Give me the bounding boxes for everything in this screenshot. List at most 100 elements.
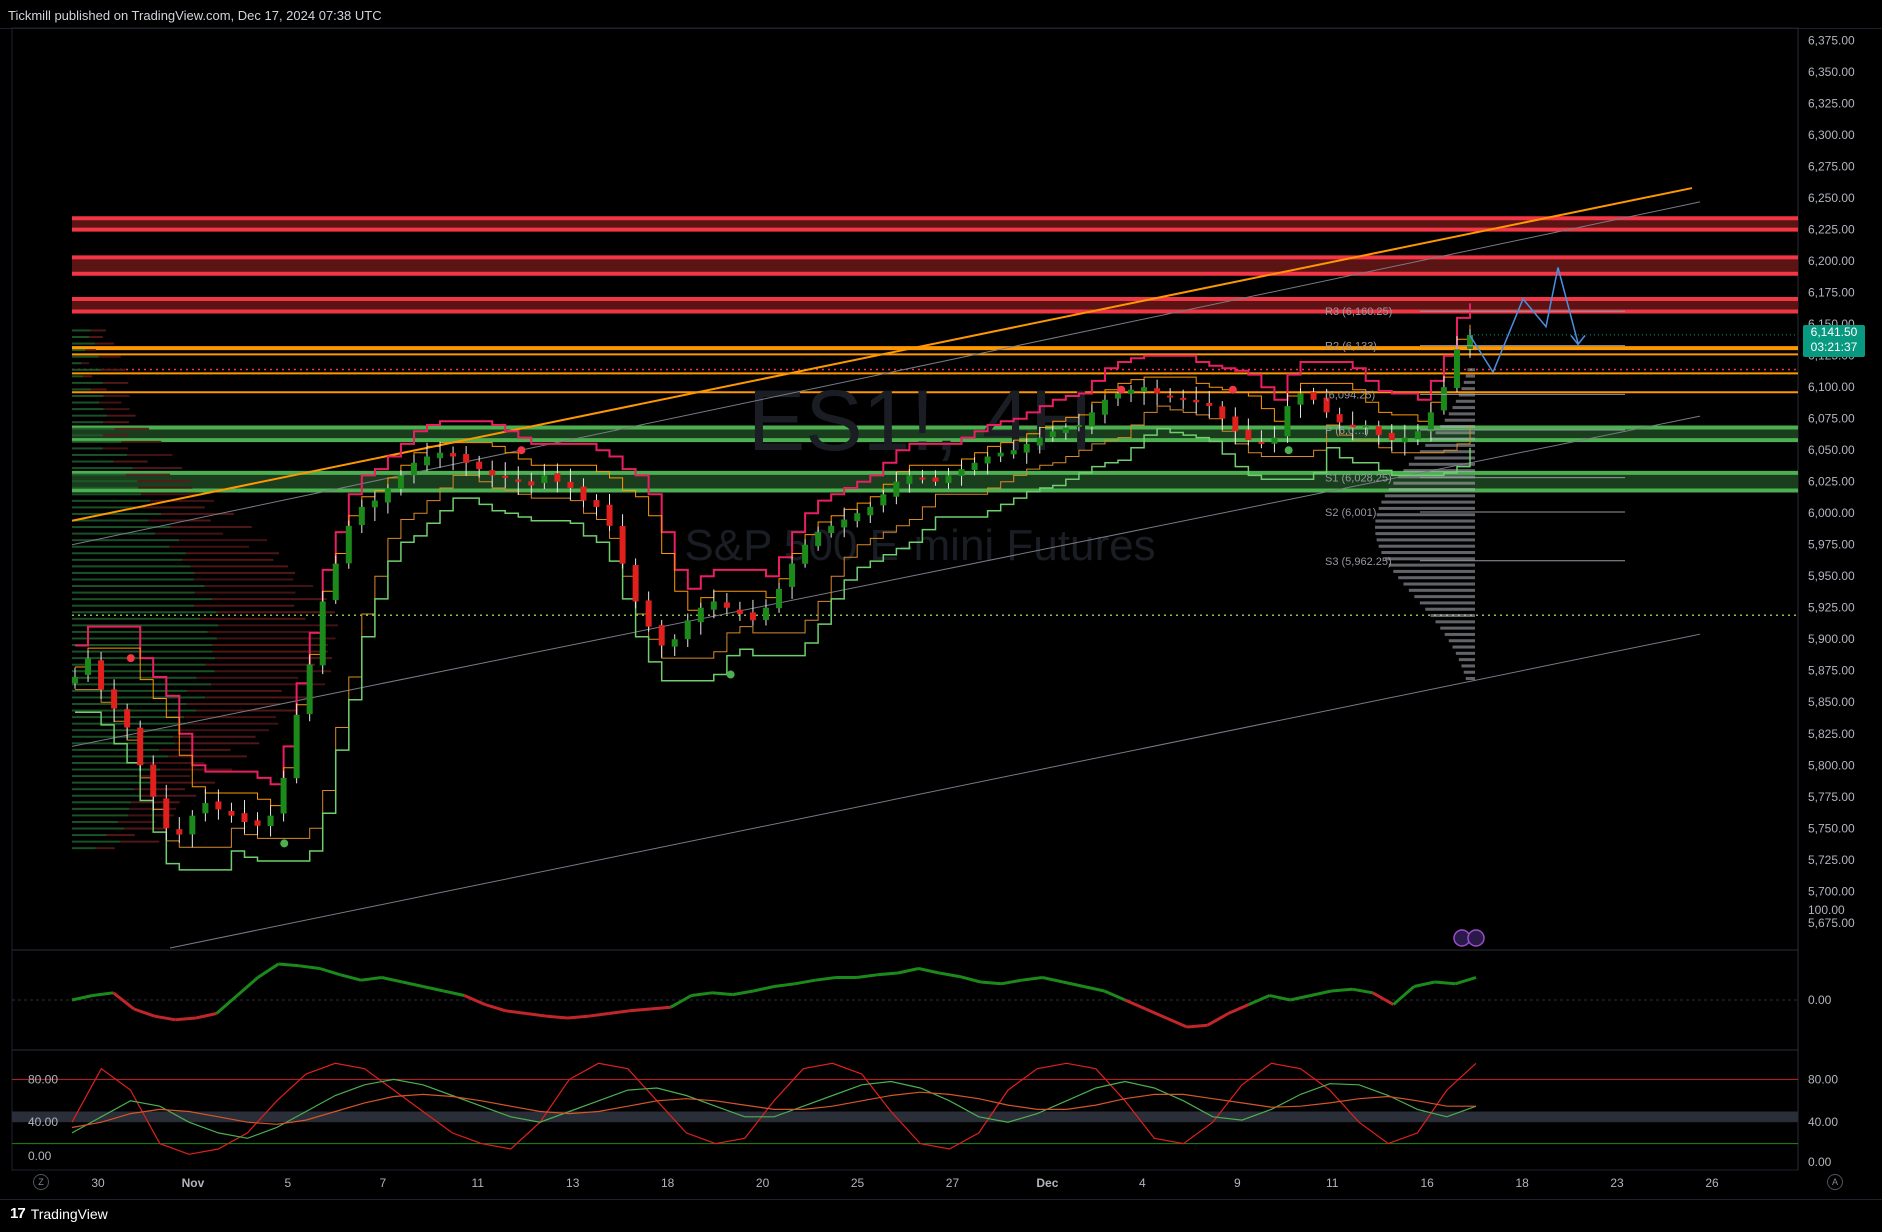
stochastic-tick: 80.00	[1808, 1072, 1838, 1086]
candle-up	[1453, 349, 1460, 388]
volume-bar-up	[72, 611, 217, 614]
volume-bar-up	[72, 368, 102, 371]
volume-bar-down	[132, 467, 183, 470]
volume-bar-up	[72, 604, 195, 607]
stochastic-tick-left: 40.00	[28, 1115, 58, 1129]
session-volume-bar	[1455, 399, 1475, 403]
momentum-tick: 100.00	[1808, 903, 1845, 917]
stochastic-line	[71, 1091, 1476, 1129]
volume-bar-up	[72, 375, 84, 378]
footer-bar	[0, 1199, 1882, 1232]
tradingview-logo[interactable]: 17 TradingView	[10, 1205, 108, 1222]
volume-bar-up	[72, 552, 186, 555]
session-volume-bar	[1465, 677, 1475, 681]
momentum-segment	[175, 1016, 197, 1022]
price-tick: 6,000.00	[1808, 506, 1855, 520]
volume-bar-down	[95, 847, 115, 850]
volume-bar-up	[72, 703, 187, 706]
time-tick: 4	[1139, 1176, 1146, 1190]
price-tick: 6,250.00	[1808, 191, 1855, 205]
candle-down	[515, 479, 522, 482]
time-axis[interactable]: 30 Nov 5 7 11 13 18 20 25 27 Dec 4 9 11 16 18 23 26	[91, 1176, 1719, 1190]
price-tick: 5,800.00	[1808, 758, 1855, 772]
projection-path[interactable]	[1469, 267, 1798, 374]
momentum-segment	[938, 971, 961, 979]
candle-down	[476, 461, 483, 470]
momentum-segment	[567, 1014, 589, 1020]
momentum-segment	[1310, 989, 1332, 997]
price-axis[interactable]: 6,375.00 6,350.00 6,325.00 6,300.00 6,275.00…	[28, 34, 1855, 1169]
pivot-label: P (6,0…)	[1325, 425, 1369, 437]
volume-bar-up	[72, 427, 115, 430]
volume-bar-down	[194, 604, 295, 607]
volume-bar-up	[72, 342, 96, 345]
session-volume-bar	[1455, 651, 1475, 655]
candle-up	[684, 620, 691, 640]
chart-canvas[interactable]: ES1!, 4H S&P 500 E-mini Futures R3 (6,16…	[0, 0, 1882, 1231]
time-tick: Nov	[182, 1176, 205, 1190]
volume-bar-down	[155, 532, 224, 535]
event-icons[interactable]	[1453, 929, 1485, 947]
volume-bar-up	[72, 755, 169, 758]
tradingview-wordmark: TradingView	[30, 1205, 108, 1222]
momentum-segment	[670, 994, 693, 1009]
candle-down	[137, 727, 144, 766]
candle-down	[176, 829, 183, 835]
watermark-symbol: ES1!, 4H	[748, 373, 1092, 469]
momentum-segment	[1331, 987, 1353, 993]
session-volume-bar	[1461, 387, 1475, 391]
volume-bar-up	[72, 440, 122, 443]
time-tick: 5	[285, 1176, 292, 1190]
candle-up	[541, 475, 548, 484]
volume-bar-up	[72, 676, 197, 679]
price-tick: 5,675.00	[1808, 916, 1855, 930]
candle-down	[450, 453, 457, 457]
volume-bar-up	[72, 467, 133, 470]
momentum-segment	[526, 1012, 548, 1018]
momentum-segment	[484, 1003, 507, 1013]
candle-up	[710, 601, 717, 610]
session-volume-bar	[1376, 538, 1475, 542]
candle-up	[893, 481, 900, 497]
stochastic-tick: 40.00	[1808, 1115, 1838, 1129]
time-tick: 9	[1234, 1176, 1241, 1190]
volume-bar-down	[99, 401, 122, 404]
candle-up	[1414, 431, 1421, 440]
momentum-segment	[195, 1012, 217, 1020]
candle-down	[1245, 429, 1252, 441]
momentum-segment	[1124, 998, 1147, 1011]
volume-bar-up	[72, 394, 104, 397]
candle-down	[228, 810, 235, 816]
session-volume-bar	[1388, 563, 1475, 567]
candle-down	[645, 600, 652, 627]
time-tick: 20	[756, 1176, 770, 1190]
time-tick: 11	[1326, 1176, 1339, 1190]
momentum-segment	[980, 980, 1002, 986]
volume-bar-up	[72, 499, 151, 502]
momentum-segment	[815, 976, 837, 982]
session-volume-bar	[1393, 569, 1475, 573]
volume-bar-down	[131, 801, 180, 804]
resistance-zone	[72, 257, 1798, 274]
volume-bar-down	[88, 336, 103, 339]
momentum-segment	[92, 991, 114, 997]
volume-bar-up	[72, 519, 149, 522]
candle-up	[906, 475, 913, 484]
volume-bar-down	[144, 506, 205, 509]
candle-up	[880, 494, 887, 506]
volume-bar-down	[150, 781, 216, 784]
price-tick: 5,750.00	[1808, 821, 1855, 835]
timezone-button[interactable]: Z	[33, 1174, 49, 1190]
volume-bar-up	[72, 336, 89, 339]
auto-scale-button[interactable]: A	[1827, 1174, 1843, 1190]
candle-down	[1167, 395, 1174, 398]
momentum-segment	[71, 994, 93, 1002]
volume-bar-down	[216, 637, 336, 640]
time-tick: 30	[91, 1176, 105, 1190]
session-volume-bar	[1414, 595, 1475, 599]
momentum-segment	[381, 976, 403, 984]
momentum-segment	[1413, 980, 1436, 988]
volume-bar-down	[83, 375, 93, 378]
volume-bar-up	[72, 775, 138, 778]
price-tick: 6,275.00	[1808, 160, 1855, 174]
